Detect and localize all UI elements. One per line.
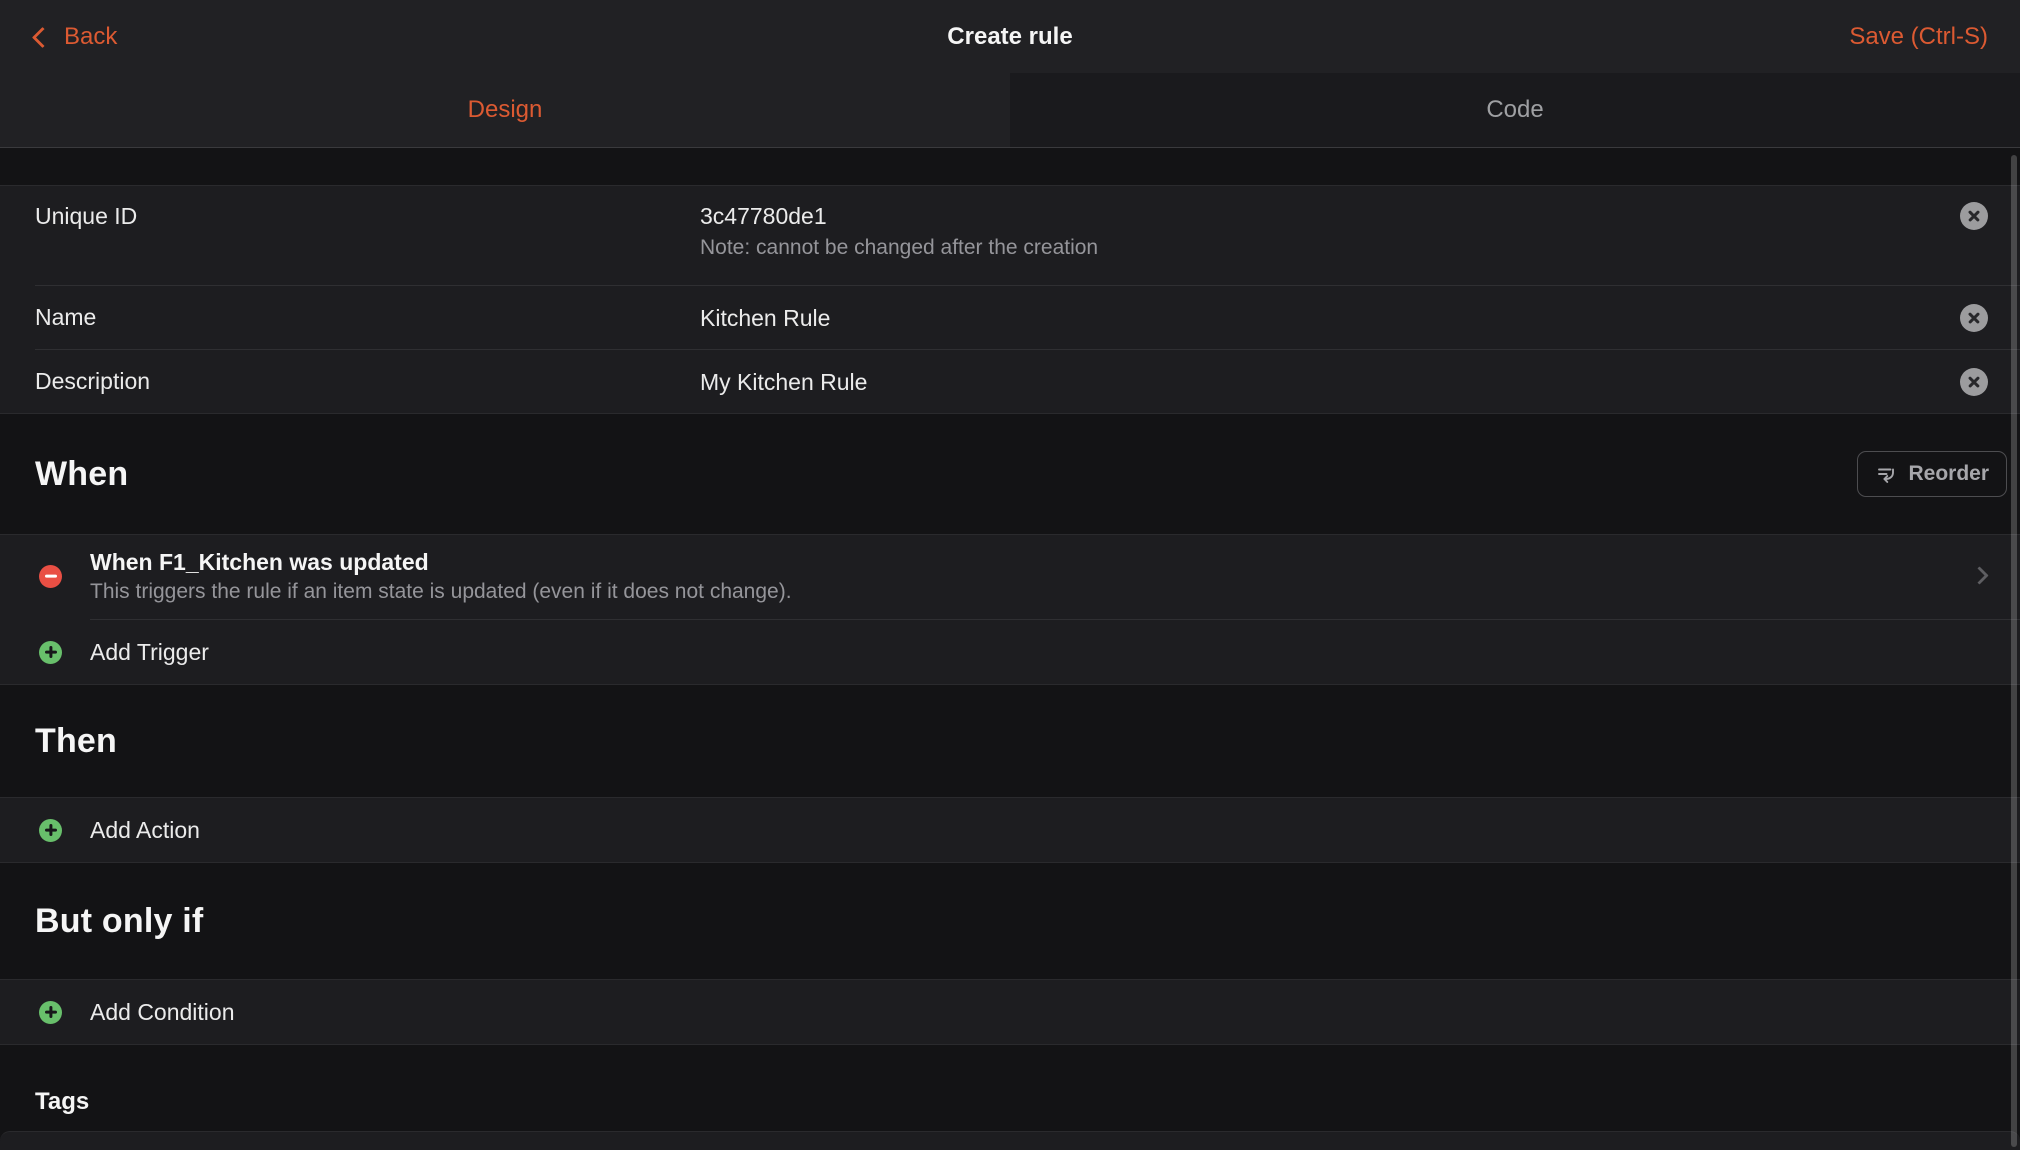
plus-icon xyxy=(39,641,62,664)
chevron-right-icon xyxy=(1970,566,1988,584)
description-label: Description xyxy=(35,368,700,395)
name-input[interactable]: Kitchen Rule xyxy=(700,303,2020,333)
add-condition-label: Add Condition xyxy=(90,999,235,1026)
tab-design[interactable]: Design xyxy=(0,73,1010,147)
create-rule-screen: { "navbar": { "back_label": "Back", "tit… xyxy=(0,0,2020,1150)
back-button[interactable]: Back xyxy=(35,23,117,51)
add-action-button[interactable]: Add Action xyxy=(0,798,2020,862)
but-only-if-title: But only if xyxy=(35,902,203,941)
back-chevron-icon xyxy=(32,26,53,47)
tags-section-header: Tags xyxy=(0,1045,2020,1131)
add-action-label: Add Action xyxy=(90,817,200,844)
clear-description-icon[interactable] xyxy=(1960,368,1988,396)
tags-list: Semantic Class None xyxy=(0,1131,2020,1150)
when-section-header: When Reorder xyxy=(0,414,2020,534)
reorder-icon xyxy=(1875,463,1897,485)
clear-unique-id-icon[interactable] xyxy=(1960,202,1988,230)
trigger-list: When F1_Kitchen was updated This trigger… xyxy=(0,534,2020,685)
trigger-row[interactable]: When F1_Kitchen was updated This trigger… xyxy=(0,535,2020,619)
add-trigger-button[interactable]: Add Trigger xyxy=(0,620,2020,684)
back-label: Back xyxy=(64,23,117,51)
trigger-title: When F1_Kitchen was updated xyxy=(90,547,792,578)
action-list: Add Action xyxy=(0,797,2020,863)
condition-list: Add Condition xyxy=(0,979,2020,1045)
unique-id-input[interactable]: 3c47780de1 xyxy=(700,201,2020,231)
but-only-if-section-header: But only if xyxy=(0,863,2020,979)
spacer xyxy=(0,148,2020,185)
trigger-subtitle: This triggers the rule if an item state … xyxy=(90,578,792,606)
then-section-header: Then xyxy=(0,685,2020,797)
add-trigger-label: Add Trigger xyxy=(90,639,209,666)
tags-title: Tags xyxy=(35,1088,89,1116)
plus-icon xyxy=(39,1001,62,1024)
rule-meta-list: Unique ID 3c47780de1 Note: cannot be cha… xyxy=(0,185,2020,414)
navbar: Back Create rule Save (Ctrl-S) xyxy=(0,0,2020,73)
tab-code-label: Code xyxy=(1486,96,1543,124)
reorder-label: Reorder xyxy=(1908,462,1989,486)
reorder-button[interactable]: Reorder xyxy=(1857,451,2007,497)
unique-id-label: Unique ID xyxy=(35,203,700,230)
clear-name-icon[interactable] xyxy=(1960,304,1988,332)
tab-design-label: Design xyxy=(468,96,543,124)
page-title: Create rule xyxy=(0,23,2020,51)
then-title: Then xyxy=(35,722,117,761)
when-title: When xyxy=(35,455,128,494)
name-row: Name Kitchen Rule xyxy=(0,286,2020,349)
description-input[interactable]: My Kitchen Rule xyxy=(700,367,2020,397)
save-button[interactable]: Save (Ctrl-S) xyxy=(1849,23,1988,51)
tab-code[interactable]: Code xyxy=(1010,73,2020,147)
tabbar: Design Code xyxy=(0,73,2020,148)
name-label: Name xyxy=(35,304,700,331)
remove-trigger-icon[interactable] xyxy=(39,565,62,588)
semantic-class-row[interactable]: Semantic Class None xyxy=(0,1132,2020,1150)
add-condition-button[interactable]: Add Condition xyxy=(0,980,2020,1044)
unique-id-row: Unique ID 3c47780de1 Note: cannot be cha… xyxy=(0,186,2020,285)
scrollbar[interactable] xyxy=(2011,155,2017,1147)
plus-icon xyxy=(39,819,62,842)
description-row: Description My Kitchen Rule xyxy=(0,350,2020,413)
unique-id-note: Note: cannot be changed after the creati… xyxy=(700,233,2020,263)
